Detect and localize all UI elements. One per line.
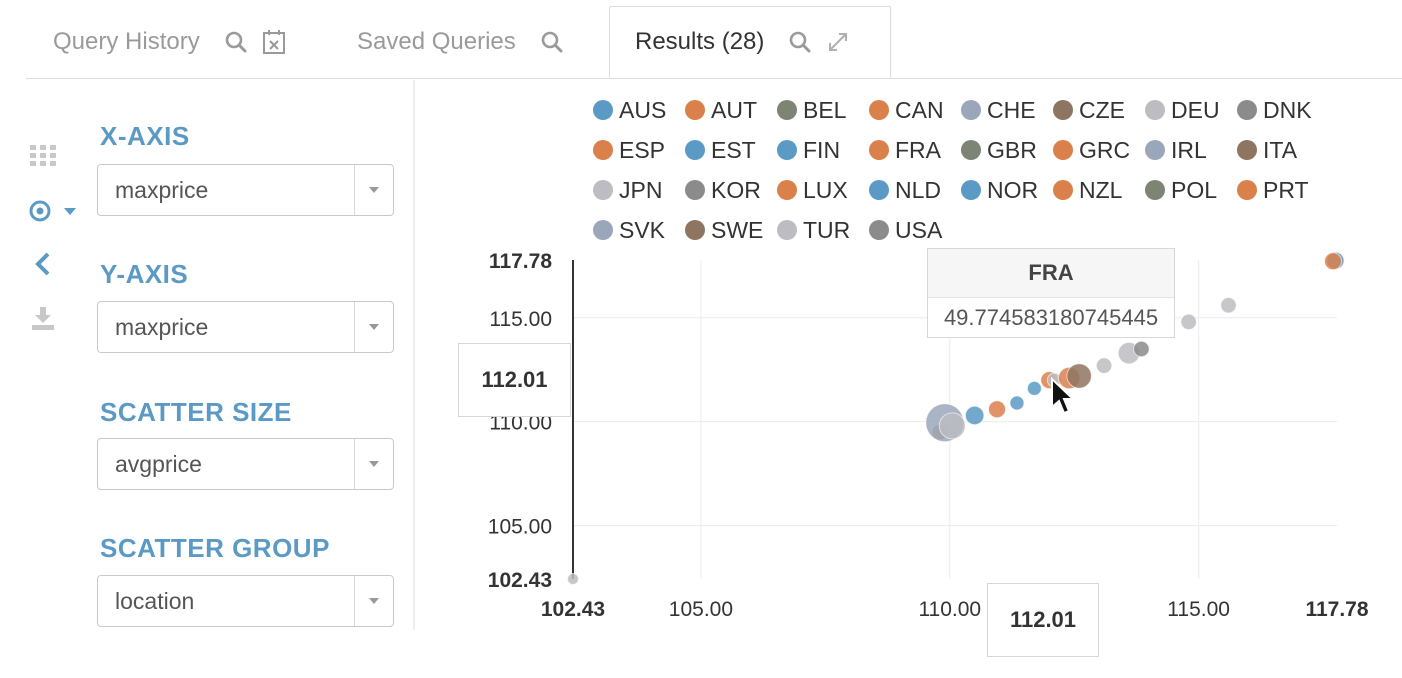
crosshair-x-label: 112.01 <box>987 583 1099 657</box>
crosshair-y-label: 112.01 <box>458 343 571 417</box>
x-tick-label: 102.43 <box>541 598 605 621</box>
y-tick-label: 105.00 <box>488 516 552 539</box>
chart-tooltip: FRA 49.774583180745445 <box>927 248 1175 338</box>
scatter-point <box>1095 357 1113 374</box>
y-tick-label: 117.78 <box>489 250 552 273</box>
scatter-point <box>964 405 985 426</box>
scatter-point <box>988 400 1007 419</box>
scatter-point <box>1220 297 1237 314</box>
scatter-point <box>1180 313 1197 331</box>
scatter-point <box>567 573 579 585</box>
scatter-point <box>938 412 966 440</box>
x-tick-label: 110.00 <box>918 598 981 621</box>
y-tick-label: 102.43 <box>488 569 552 592</box>
scatter-point <box>1026 380 1042 396</box>
scatter-point <box>1324 252 1343 271</box>
x-tick-label: 115.00 <box>1167 598 1230 621</box>
tooltip-title: FRA <box>928 249 1174 298</box>
x-tick-label: 117.78 <box>1305 598 1368 621</box>
scatter-point <box>1009 395 1025 411</box>
tooltip-value: 49.774583180745445 <box>943 305 1159 330</box>
y-tick-label: 115.00 <box>489 308 552 331</box>
x-tick-label: 105.00 <box>669 598 733 621</box>
scatter-point <box>1133 340 1150 358</box>
scatter-chart: 102.43 105.00 110.00 115.00 117.78 117.78 115.… <box>488 250 1369 621</box>
mouse-cursor-icon <box>1051 377 1076 415</box>
